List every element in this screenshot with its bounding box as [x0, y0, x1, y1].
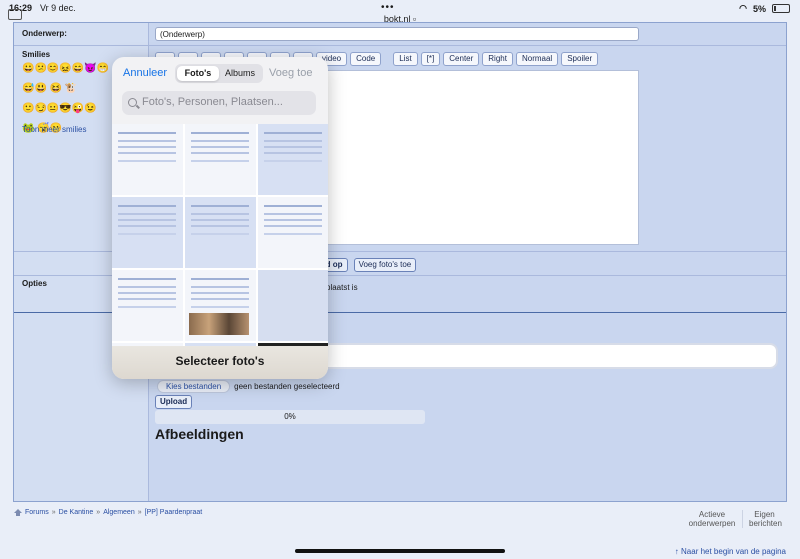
- choose-files-button[interactable]: Kies bestanden: [157, 380, 231, 393]
- active-topics-link[interactable]: Actieve onderwerpen: [682, 510, 742, 528]
- breadcrumb: Forums» De Kantine» Algemeen» [PP] Paard…: [14, 509, 202, 516]
- toolbar-size-select[interactable]: Normaal: [515, 52, 559, 66]
- status-bar: 16:29 Vr 9 dec. ••• bokt.nl ▫ ◠ 5%: [0, 0, 800, 24]
- tab-photos[interactable]: Foto's: [177, 66, 219, 81]
- smiley-icon[interactable]: 🙂😏😐😎😜😉: [22, 103, 97, 114]
- own-posts-link[interactable]: Eigen berichten: [742, 510, 786, 528]
- status-icons: ◠ 5%: [739, 3, 790, 14]
- photo-thumbnail[interactable]: [258, 124, 328, 195]
- photo-picker-popover: Annuleer Foto's Albums Voeg toe Foto's, …: [112, 57, 328, 379]
- photo-thumbnail[interactable]: [258, 197, 328, 268]
- photo-thumbnail[interactable]: [112, 270, 183, 341]
- file-chooser: Kies bestanden geen bestanden geselectee…: [157, 380, 340, 393]
- toolbar-spoiler-button[interactable]: Spoiler: [561, 52, 599, 66]
- photo-thumbnail[interactable]: [185, 270, 256, 341]
- subject-input[interactable]: (Onderwerp): [155, 27, 639, 41]
- upload-button[interactable]: Upload: [155, 395, 193, 409]
- photo-thumbnail[interactable]: [112, 197, 183, 268]
- battery-percent: 5%: [752, 3, 766, 14]
- smiley-icon[interactable]: 😅😃 😆 🐮: [22, 83, 77, 94]
- home-indicator[interactable]: [295, 549, 505, 553]
- multitask-dots-icon[interactable]: •••: [381, 2, 395, 13]
- add-photos-button[interactable]: Voeg foto's toe: [353, 258, 417, 272]
- battery-icon: [772, 4, 790, 13]
- photo-thumbnail[interactable]: [185, 197, 256, 268]
- upload-progress: 0%: [155, 410, 425, 424]
- photo-search-input[interactable]: Foto's, Personen, Plaatsen...: [122, 91, 316, 115]
- breadcrumb-algemeen[interactable]: Algemeen: [103, 509, 135, 516]
- cancel-button[interactable]: Annuleer: [123, 67, 167, 79]
- smiley-icon[interactable]: 😀😕😊😖😄😈😁: [22, 63, 109, 74]
- picker-segmented-control: Foto's Albums: [175, 64, 263, 83]
- form-buttons: lad op Voeg foto's toe: [314, 258, 417, 272]
- tab-albums[interactable]: Albums: [219, 66, 261, 81]
- more-smilies-link[interactable]: Toon meer smilies: [22, 125, 86, 134]
- search-placeholder: Foto's, Personen, Plaatsen...: [142, 96, 283, 108]
- photo-thumbnail[interactable]: [185, 124, 256, 195]
- options-label: Opties: [22, 279, 47, 288]
- no-files-text: geen bestanden geselecteerd: [234, 382, 340, 391]
- row-divider: [14, 45, 786, 46]
- subject-label: Onderwerp:: [22, 29, 67, 38]
- toolbar-list-button[interactable]: List: [393, 52, 418, 66]
- wifi-icon: ◠: [739, 3, 747, 13]
- home-icon[interactable]: [14, 509, 22, 516]
- back-to-top-link[interactable]: ↑ Naar het begin van de pagina: [675, 547, 786, 556]
- images-heading: Afbeeldingen: [155, 426, 244, 442]
- options-text: plaatst is: [326, 283, 358, 292]
- search-icon: [128, 98, 137, 107]
- breadcrumb-kantine[interactable]: De Kantine: [59, 509, 94, 516]
- footer-links: Actieve onderwerpen Eigen berichten: [682, 510, 786, 528]
- smilies-label: Smilies: [22, 50, 51, 59]
- add-button[interactable]: Voeg toe: [269, 67, 312, 79]
- select-photos-footer: Selecteer foto's: [112, 346, 328, 379]
- toolbar-right-button[interactable]: Right: [482, 52, 513, 66]
- sidebar-toggle-icon[interactable]: [8, 9, 22, 20]
- breadcrumb-paardenpraat[interactable]: [PP] Paardenpraat: [145, 509, 203, 516]
- breadcrumb-forums[interactable]: Forums: [25, 509, 49, 516]
- toolbar-listitem-button[interactable]: [*]: [420, 52, 441, 66]
- photo-grid: [112, 124, 328, 346]
- toolbar-code-button[interactable]: Code: [350, 52, 382, 66]
- photo-thumbnail[interactable]: [112, 124, 183, 195]
- photo-thumbnail[interactable]: [258, 270, 328, 341]
- date: Vr 9 dec.: [40, 3, 76, 13]
- toolbar-center-button[interactable]: Center: [443, 52, 480, 66]
